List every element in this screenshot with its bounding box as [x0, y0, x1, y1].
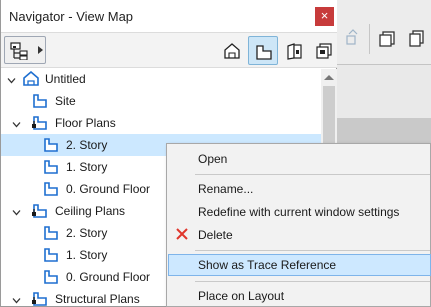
- menu-item-label: Redefine with current window settings: [198, 205, 400, 219]
- menu-separator: [195, 250, 430, 251]
- folder-view-icon: [31, 203, 49, 222]
- view-icon: [42, 137, 60, 156]
- tree-item[interactable]: Site: [1, 90, 321, 112]
- tree-item-label: 0. Ground Floor: [66, 270, 151, 284]
- expand-chevron-icon[interactable]: [12, 118, 21, 128]
- tree-item-label: 2. Story: [66, 226, 108, 240]
- menu-item-rename[interactable]: Rename...: [168, 178, 431, 200]
- window-title: Navigator - View Map: [9, 9, 134, 24]
- tree-item-label: Untitled: [45, 72, 86, 86]
- menu-item-show-as-trace-reference[interactable]: Show as Trace Reference: [168, 254, 431, 276]
- menu-separator: [195, 281, 430, 282]
- menu-item-label: Show as Trace Reference: [198, 258, 337, 272]
- layers-icon[interactable]: [378, 28, 398, 48]
- view-icon: [42, 181, 60, 200]
- view-icon: [42, 247, 60, 266]
- menu-item-redefine-with-current-window-settings[interactable]: Redefine with current window settings: [168, 201, 431, 223]
- publisher-sets-button[interactable]: [309, 36, 339, 65]
- menu-item-place-on-layout[interactable]: Place on Layout: [168, 285, 431, 307]
- menu-item-delete[interactable]: Delete: [168, 224, 431, 246]
- layout-book-icon: [287, 43, 302, 60]
- tree-item-label: Floor Plans: [55, 116, 116, 130]
- menu-item-label: Rename...: [198, 182, 254, 196]
- view-map-icon: [256, 45, 272, 60]
- delete-x-icon: [174, 226, 190, 242]
- main-toolbar: [335, 0, 431, 65]
- tree-item-label: 2. Story: [66, 138, 108, 152]
- project-map-button[interactable]: [217, 36, 247, 65]
- toolbar-tool-icon[interactable]: [343, 28, 363, 48]
- dropdown-caret-icon: [38, 46, 43, 54]
- navigator-title-bar[interactable]: Navigator - View Map ×: [1, 0, 337, 32]
- view-icon: [42, 159, 60, 178]
- view-icon: [42, 269, 60, 288]
- project-map-icon: [224, 43, 240, 59]
- tree-item-label: 1. Story: [66, 160, 108, 174]
- context-menu: Open Rename... Redefine with current windo…: [166, 143, 431, 307]
- folder-view-icon: [31, 291, 49, 307]
- tree-item-label: Ceiling Plans: [55, 204, 126, 218]
- expand-chevron-icon[interactable]: [12, 294, 21, 304]
- menu-item-label: Open: [198, 152, 228, 166]
- view-icon: [42, 225, 60, 244]
- tree-item-label: 0. Ground Floor: [66, 182, 151, 196]
- tree-item-label: Structural Plans: [55, 292, 140, 306]
- copy-icon[interactable]: [407, 28, 427, 48]
- menu-item-label: Delete: [198, 228, 233, 242]
- tree-item[interactable]: Floor Plans: [1, 112, 321, 134]
- publisher-sets-icon: [316, 43, 332, 59]
- menu-separator: [195, 174, 430, 175]
- tab-bar: [335, 118, 431, 144]
- expand-chevron-icon[interactable]: [7, 74, 16, 84]
- view-map-button[interactable]: [248, 36, 278, 65]
- view-icon: [31, 93, 49, 112]
- tree-structure-icon: [10, 42, 28, 60]
- menu-item-open[interactable]: Open: [168, 148, 431, 170]
- layout-book-button[interactable]: [279, 36, 309, 65]
- navigator-toolbar: [1, 32, 337, 68]
- project-icon: [21, 70, 41, 90]
- tree-item-label: Site: [55, 94, 76, 108]
- tree-item-label: 1. Story: [66, 248, 108, 262]
- expand-chevron-icon[interactable]: [12, 206, 21, 216]
- tree-options-button[interactable]: [4, 36, 46, 64]
- tree-item[interactable]: Untitled: [1, 68, 321, 90]
- menu-item-label: Place on Layout: [198, 289, 285, 303]
- close-button[interactable]: ×: [315, 7, 334, 26]
- folder-view-icon: [31, 115, 49, 134]
- scroll-up-arrow-icon[interactable]: [324, 75, 334, 80]
